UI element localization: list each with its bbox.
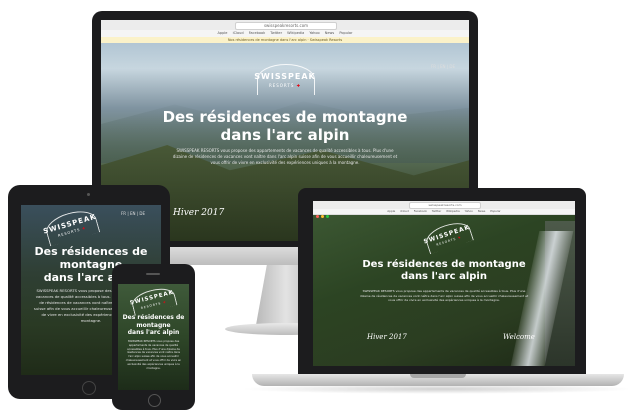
- signature-text: Hiver 2017: [173, 208, 225, 218]
- window-minimize-dot-icon[interactable]: [321, 215, 324, 218]
- window-close-dot-icon[interactable]: [316, 215, 319, 218]
- address-bar[interactable]: swisspeakresorts.com: [409, 202, 481, 209]
- language-switcher: FR | EN | DE: [431, 64, 456, 69]
- brand-logo: SWISSPEAK RESORTS ✚: [253, 60, 317, 102]
- lang-fr[interactable]: FR: [121, 211, 126, 216]
- favorite-link[interactable]: iCloud: [400, 209, 409, 213]
- signature-text: Hiver 2017: [367, 333, 407, 341]
- language-switcher: FR | EN | DE: [121, 211, 146, 216]
- home-button-icon[interactable]: [148, 394, 161, 407]
- lang-en[interactable]: EN: [130, 211, 136, 216]
- favorite-link[interactable]: Twitter: [270, 31, 282, 35]
- favorite-link[interactable]: Wikipedia: [446, 209, 460, 213]
- favorite-link[interactable]: Yahoo: [309, 31, 319, 35]
- hero-heading: Des résidences de montagne dans l'arc al…: [162, 108, 408, 144]
- speaker-icon: [146, 273, 160, 275]
- window-zoom-dot-icon[interactable]: [326, 215, 329, 218]
- favorite-link[interactable]: Twitter: [432, 209, 441, 213]
- hero-heading: Des résidences de montagne dans l'arc al…: [122, 314, 185, 336]
- brand-logo: SWISSPEAK RESORTS ✚: [420, 216, 477, 260]
- laptop-notch: [410, 374, 466, 378]
- favorite-link[interactable]: Popular: [490, 209, 501, 213]
- address-bar[interactable]: swisspeakresorts.com: [235, 22, 337, 30]
- favorite-link[interactable]: Apple: [218, 31, 228, 35]
- home-button-icon[interactable]: [82, 381, 96, 395]
- logo-subtitle: RESORTS ✚: [268, 83, 302, 88]
- favorite-link[interactable]: Facebook: [414, 209, 427, 213]
- logo-wordmark: SWISSPEAK: [254, 72, 316, 81]
- camera-icon: [87, 193, 90, 196]
- favorite-link[interactable]: iCloud: [233, 31, 244, 35]
- favorite-link[interactable]: Yahoo: [465, 209, 473, 213]
- hero-description: SWISSPEAK RESORTS vous propose des appar…: [125, 340, 182, 370]
- lang-de[interactable]: DE: [139, 211, 145, 216]
- lang-en[interactable]: EN: [440, 64, 446, 69]
- favorites-bar: Apple iCloud Facebook Twitter Wikipedia …: [313, 209, 575, 215]
- hero-description: SWISSPEAK RESORTS vous propose des appar…: [359, 289, 529, 302]
- page-notice: Nos résidences de montagne dans l'arc al…: [101, 37, 469, 43]
- favorite-link[interactable]: News: [325, 31, 334, 35]
- favorite-link[interactable]: Wikipedia: [287, 31, 304, 35]
- phone-screen: SWISSPEAK RESORTS ✚ Des résidences de mo…: [118, 284, 189, 390]
- hero-heading: Des résidences de montagne dans l'arc al…: [362, 259, 526, 282]
- welcome-text: Welcome: [503, 333, 535, 341]
- favorite-link[interactable]: Facebook: [249, 31, 265, 35]
- favorite-link[interactable]: News: [478, 209, 486, 213]
- laptop-screen: swisspeakresorts.com Apple iCloud Facebo…: [313, 201, 575, 366]
- lang-de[interactable]: DE: [449, 64, 455, 69]
- favorite-link[interactable]: Apple: [387, 209, 395, 213]
- lang-fr[interactable]: FR: [431, 64, 436, 69]
- hero-description: SWISSPEAK RESORTS vous propose des appar…: [172, 148, 398, 165]
- favorite-link[interactable]: Popular: [339, 31, 352, 35]
